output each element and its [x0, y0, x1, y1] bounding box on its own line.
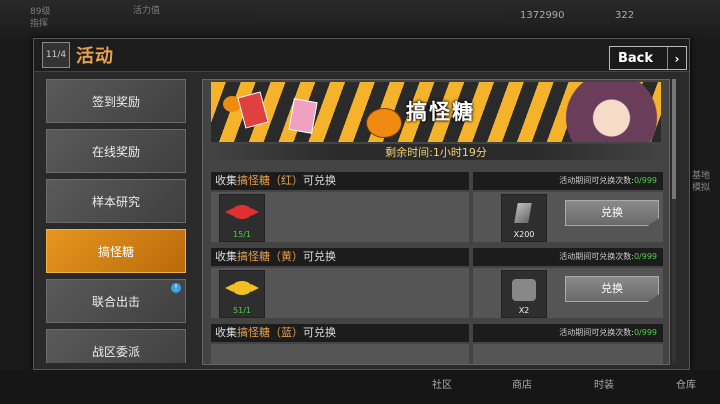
- pumpkin-icon: [366, 108, 402, 138]
- exchange-task: 收集搞怪糖（蓝）可兑换 活动期间可兑换次数:0/999: [211, 324, 663, 364]
- requirement-box: [211, 344, 469, 364]
- sidebar-item-label: 样本研究: [91, 195, 140, 209]
- reward-slot[interactable]: X2: [501, 270, 547, 318]
- robot-icon: [512, 279, 536, 301]
- exchange-limit: 活动期间可兑换次数:0/999: [473, 324, 663, 342]
- sidebar-item-dispatch[interactable]: 战区委派: [46, 329, 186, 363]
- nav-shop[interactable]: 商店: [512, 376, 532, 391]
- sidebar-item-label: 搞怪糖: [97, 245, 134, 259]
- reward-quantity: X200: [513, 230, 535, 239]
- nav-fashion[interactable]: 时装: [594, 376, 614, 391]
- card-icon: [288, 98, 318, 134]
- item-slot[interactable]: 51/1: [219, 270, 265, 318]
- nav-storage[interactable]: 仓库: [676, 376, 696, 391]
- task-item-name: 搞怪糖（黄）: [237, 250, 303, 263]
- task-prefix: 收集: [215, 326, 237, 339]
- task-suffix: 可兑换: [303, 250, 336, 263]
- exchange-task: 收集搞怪糖（黄）可兑换 活动期间可兑换次数:0/999 51/1 X2 兑换: [211, 248, 663, 320]
- item-count: 51/1: [233, 306, 251, 315]
- nav-community[interactable]: 社区: [432, 376, 452, 391]
- content-scrollbar[interactable]: [672, 79, 676, 363]
- exchange-limit: 活动期间可兑换次数:0/999: [473, 248, 663, 266]
- task-suffix: 可兑换: [303, 174, 336, 187]
- bottom-nav: 社区 商店 时装 仓库: [0, 370, 720, 404]
- limit-count: 0/999: [633, 328, 657, 337]
- sidebar-item-label: 战区委派: [91, 345, 140, 359]
- banner-title: 搞怪糖: [406, 100, 475, 124]
- sidebar-item-online[interactable]: 在线奖励: [46, 129, 186, 173]
- currency2-value: 322: [615, 10, 635, 21]
- task-prefix: 收集: [215, 250, 237, 263]
- limit-count: 0/999: [633, 252, 657, 261]
- currency1-value: 1372990: [520, 10, 565, 21]
- requirement-box: 15/1: [211, 192, 469, 242]
- reward-box: [473, 344, 663, 364]
- activity-content: 搞怪糖 剩余时间:1小时19分 收集搞怪糖（红）可兑换 活动期间可兑换次数:0/…: [202, 79, 670, 365]
- back-button[interactable]: Back ›: [609, 46, 687, 70]
- event-timer: 剩余时间:1小时19分: [203, 144, 669, 160]
- requirement-box: 51/1: [211, 268, 469, 318]
- panel-title: 活动: [76, 46, 114, 67]
- reward-box: X200 兑换: [473, 192, 663, 242]
- activity-label: 活力值: [133, 6, 161, 16]
- exchange-button[interactable]: 兑换: [565, 200, 659, 226]
- item-slot[interactable]: 15/1: [219, 194, 265, 242]
- sidebar-item-signin[interactable]: 签到奖励: [46, 79, 186, 123]
- limit-label: 活动期间可兑换次数:: [559, 252, 634, 261]
- sidebar-item-label: 签到奖励: [91, 95, 140, 109]
- back-label: Back: [618, 51, 654, 66]
- reward-quantity: X2: [518, 306, 530, 315]
- limit-count: 0/999: [633, 176, 657, 185]
- task-header: 收集搞怪糖（蓝）可兑换: [211, 324, 469, 342]
- sidebar-item-label: 联合出击: [91, 295, 140, 309]
- task-item-name: 搞怪糖（蓝）: [237, 326, 303, 339]
- character-portrait: [551, 82, 661, 142]
- exchange-limit: 活动期间可兑换次数:0/999: [473, 172, 663, 190]
- task-suffix: 可兑换: [303, 326, 336, 339]
- task-header: 收集搞怪糖（黄）可兑换: [211, 248, 469, 266]
- task-item-name: 搞怪糖（红）: [237, 174, 303, 187]
- panel-header: 11/4 活动 Back ›: [34, 39, 689, 72]
- reward-slot[interactable]: X200: [501, 194, 547, 242]
- red-candy-icon: [225, 205, 259, 219]
- event-banner: 搞怪糖: [211, 82, 661, 142]
- item-count: 15/1: [233, 230, 251, 239]
- scrollbar-thumb[interactable]: [672, 79, 676, 199]
- chevron-right-icon: ›: [667, 47, 686, 69]
- sidebar-item-joint[interactable]: 联合出击!: [46, 279, 186, 323]
- page-index: 11/4: [42, 42, 70, 68]
- yellow-candy-icon: [225, 281, 259, 295]
- sidebar-item-candy[interactable]: 搞怪糖: [46, 229, 186, 273]
- card-icon: [237, 91, 269, 129]
- limit-label: 活动期间可兑换次数:: [559, 176, 634, 185]
- exchange-task: 收集搞怪糖（红）可兑换 活动期间可兑换次数:0/999 15/1 X200 兑换: [211, 172, 663, 244]
- sidebar-item-label: 在线奖励: [91, 145, 140, 159]
- right-label-sim: 模拟: [692, 183, 711, 193]
- gem-icon: [514, 203, 532, 223]
- sidebar-item-sample[interactable]: 样本研究: [46, 179, 186, 223]
- rank-label: 指挥: [30, 19, 49, 29]
- alert-badge-icon: !: [171, 283, 181, 293]
- exchange-button[interactable]: 兑换: [565, 276, 659, 302]
- limit-label: 活动期间可兑换次数:: [559, 328, 634, 337]
- task-prefix: 收集: [215, 174, 237, 187]
- activity-panel: 11/4 活动 Back › 签到奖励 在线奖励 样本研究 搞怪糖 联合出击! …: [33, 38, 690, 370]
- activity-sidebar: 签到奖励 在线奖励 样本研究 搞怪糖 联合出击! 战区委派: [46, 79, 194, 363]
- reward-box: X2 兑换: [473, 268, 663, 318]
- task-header: 收集搞怪糖（红）可兑换: [211, 172, 469, 190]
- top-hud: 89级 指挥 活力值 1372990 322: [0, 0, 720, 40]
